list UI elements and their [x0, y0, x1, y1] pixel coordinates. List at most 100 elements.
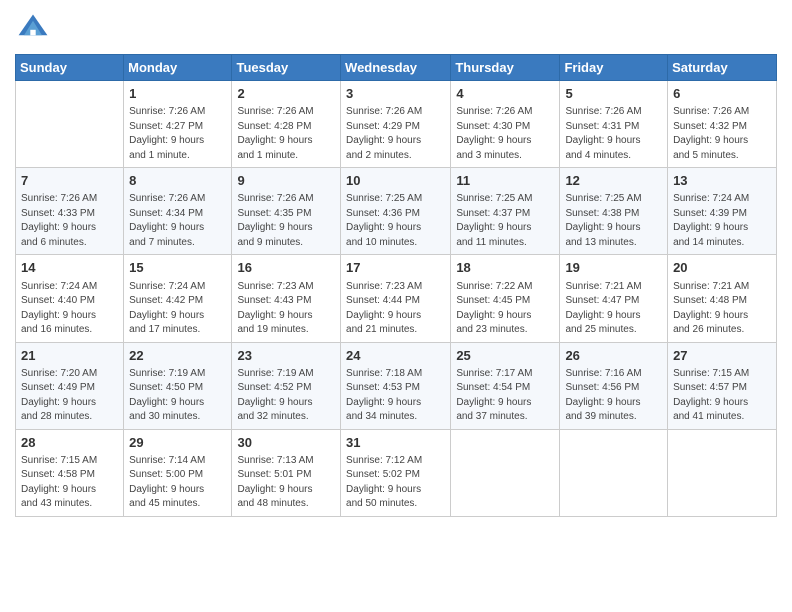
day-info: Sunrise: 7:12 AM Sunset: 5:02 PM Dayligh… [346, 454, 445, 512]
weekday-tuesday: Tuesday [232, 55, 341, 81]
day-number: 13 [673, 172, 771, 190]
calendar-cell: 24Sunrise: 7:18 AM Sunset: 4:53 PM Dayli… [341, 342, 451, 429]
calendar-cell: 4 Sunrise: 7:26 AM Sunset: 4:30 PM Daylig… [451, 81, 560, 168]
day-info: Sunrise: 7:26 AM Sunset: 4:32 PM Dayligh… [673, 105, 771, 163]
calendar-cell: 20 Sunrise: 7:21 AM Sunset: 4:48 PM Dayli… [668, 255, 777, 342]
calendar-cell [16, 81, 124, 168]
calendar-cell: 25Sunrise: 7:17 AM Sunset: 4:54 PM Dayli… [451, 342, 560, 429]
calendar-cell: 18 Sunrise: 7:22 AM Sunset: 4:45 PM Dayli… [451, 255, 560, 342]
day-info: Sunrise: 7:19 AM Sunset: 4:52 PM Dayligh… [237, 367, 335, 425]
weekday-sunday: Sunday [16, 55, 124, 81]
day-info: Sunrise: 7:15 AM Sunset: 4:58 PM Dayligh… [21, 454, 118, 512]
calendar-cell: 28 Sunrise: 7:15 AM Sunset: 4:58 PM Dayli… [16, 429, 124, 516]
day-number: 4 [456, 85, 554, 103]
calendar-cell: 30 Sunrise: 7:13 AM Sunset: 5:01 PM Dayli… [232, 429, 341, 516]
day-info: Sunrise: 7:22 AM Sunset: 4:45 PM Dayligh… [456, 280, 554, 338]
calendar-cell: 3 Sunrise: 7:26 AM Sunset: 4:29 PM Daylig… [341, 81, 451, 168]
day-number: 30 [237, 434, 335, 452]
week-row-4: 21 Sunrise: 7:20 AM Sunset: 4:49 PM Dayli… [16, 342, 777, 429]
day-number: 5 [565, 85, 662, 103]
day-info: Sunrise: 7:24 AM Sunset: 4:42 PM Dayligh… [129, 280, 226, 338]
day-number: 2 [237, 85, 335, 103]
day-number: 16 [237, 259, 335, 277]
calendar-cell: 15 Sunrise: 7:24 AM Sunset: 4:42 PM Dayli… [124, 255, 232, 342]
calendar-cell: 26 Sunrise: 7:16 AM Sunset: 4:56 PM Dayli… [560, 342, 668, 429]
day-info: Sunrise: 7:25 AM Sunset: 4:37 PM Dayligh… [456, 192, 554, 250]
day-info: Sunrise: 7:19 AM Sunset: 4:50 PM Dayligh… [129, 367, 226, 425]
week-row-3: 14 Sunrise: 7:24 AM Sunset: 4:40 PM Dayli… [16, 255, 777, 342]
day-number: 8 [129, 172, 226, 190]
calendar-cell: 13 Sunrise: 7:24 AM Sunset: 4:39 PM Dayli… [668, 168, 777, 255]
calendar-cell: 21 Sunrise: 7:20 AM Sunset: 4:49 PM Dayli… [16, 342, 124, 429]
day-number: 10 [346, 172, 445, 190]
calendar-cell: 6 Sunrise: 7:26 AM Sunset: 4:32 PM Daylig… [668, 81, 777, 168]
weekday-thursday: Thursday [451, 55, 560, 81]
calendar-cell: 22 Sunrise: 7:19 AM Sunset: 4:50 PM Dayli… [124, 342, 232, 429]
calendar-cell: 29Sunrise: 7:14 AM Sunset: 5:00 PM Dayli… [124, 429, 232, 516]
calendar-cell: 5 Sunrise: 7:26 AM Sunset: 4:31 PM Daylig… [560, 81, 668, 168]
day-number: 22 [129, 347, 226, 365]
weekday-wednesday: Wednesday [341, 55, 451, 81]
calendar-cell: 27 Sunrise: 7:15 AM Sunset: 4:57 PM Dayli… [668, 342, 777, 429]
calendar-cell: 2 Sunrise: 7:26 AM Sunset: 4:28 PM Daylig… [232, 81, 341, 168]
day-info: Sunrise: 7:13 AM Sunset: 5:01 PM Dayligh… [237, 454, 335, 512]
day-info: Sunrise: 7:21 AM Sunset: 4:48 PM Dayligh… [673, 280, 771, 338]
day-info: Sunrise: 7:26 AM Sunset: 4:31 PM Dayligh… [565, 105, 662, 163]
week-row-2: 7 Sunrise: 7:26 AM Sunset: 4:33 PM Daylig… [16, 168, 777, 255]
day-number: 3 [346, 85, 445, 103]
day-info: Sunrise: 7:24 AM Sunset: 4:40 PM Dayligh… [21, 280, 118, 338]
day-info: Sunrise: 7:26 AM Sunset: 4:35 PM Dayligh… [237, 192, 335, 250]
day-info: Sunrise: 7:26 AM Sunset: 4:30 PM Dayligh… [456, 105, 554, 163]
day-info: Sunrise: 7:26 AM Sunset: 4:27 PM Dayligh… [129, 105, 226, 163]
day-number: 25 [456, 347, 554, 365]
day-info: Sunrise: 7:24 AM Sunset: 4:39 PM Dayligh… [673, 192, 771, 250]
day-info: Sunrise: 7:14 AM Sunset: 5:00 PM Dayligh… [129, 454, 226, 512]
day-info: Sunrise: 7:16 AM Sunset: 4:56 PM Dayligh… [565, 367, 662, 425]
day-number: 11 [456, 172, 554, 190]
day-number: 7 [21, 172, 118, 190]
day-number: 26 [565, 347, 662, 365]
day-info: Sunrise: 7:26 AM Sunset: 4:28 PM Dayligh… [237, 105, 335, 163]
calendar-table: SundayMondayTuesdayWednesdayThursdayFrid… [15, 54, 777, 517]
calendar-cell: 7 Sunrise: 7:26 AM Sunset: 4:33 PM Daylig… [16, 168, 124, 255]
day-number: 6 [673, 85, 771, 103]
calendar-cell: 31Sunrise: 7:12 AM Sunset: 5:02 PM Dayli… [341, 429, 451, 516]
calendar-cell: 19 Sunrise: 7:21 AM Sunset: 4:47 PM Dayli… [560, 255, 668, 342]
day-info: Sunrise: 7:26 AM Sunset: 4:29 PM Dayligh… [346, 105, 445, 163]
day-number: 18 [456, 259, 554, 277]
logo-icon [15, 10, 51, 46]
day-number: 27 [673, 347, 771, 365]
calendar-cell [560, 429, 668, 516]
calendar-cell: 1 Sunrise: 7:26 AM Sunset: 4:27 PM Daylig… [124, 81, 232, 168]
calendar-cell: 8 Sunrise: 7:26 AM Sunset: 4:34 PM Daylig… [124, 168, 232, 255]
calendar-cell: 10Sunrise: 7:25 AM Sunset: 4:36 PM Dayli… [341, 168, 451, 255]
day-number: 19 [565, 259, 662, 277]
day-info: Sunrise: 7:21 AM Sunset: 4:47 PM Dayligh… [565, 280, 662, 338]
calendar-cell: 23Sunrise: 7:19 AM Sunset: 4:52 PM Dayli… [232, 342, 341, 429]
day-number: 14 [21, 259, 118, 277]
logo [15, 10, 55, 46]
calendar-cell: 14 Sunrise: 7:24 AM Sunset: 4:40 PM Dayli… [16, 255, 124, 342]
page-header [15, 10, 777, 46]
day-info: Sunrise: 7:26 AM Sunset: 4:34 PM Dayligh… [129, 192, 226, 250]
calendar-cell: 11 Sunrise: 7:25 AM Sunset: 4:37 PM Dayli… [451, 168, 560, 255]
calendar-cell: 12Sunrise: 7:25 AM Sunset: 4:38 PM Dayli… [560, 168, 668, 255]
day-number: 28 [21, 434, 118, 452]
weekday-monday: Monday [124, 55, 232, 81]
week-row-1: 1 Sunrise: 7:26 AM Sunset: 4:27 PM Daylig… [16, 81, 777, 168]
day-number: 15 [129, 259, 226, 277]
day-number: 17 [346, 259, 445, 277]
calendar-cell [668, 429, 777, 516]
calendar-cell [451, 429, 560, 516]
day-info: Sunrise: 7:26 AM Sunset: 4:33 PM Dayligh… [21, 192, 118, 250]
day-number: 21 [21, 347, 118, 365]
day-info: Sunrise: 7:25 AM Sunset: 4:38 PM Dayligh… [565, 192, 662, 250]
calendar-page: SundayMondayTuesdayWednesdayThursdayFrid… [0, 0, 792, 612]
day-info: Sunrise: 7:15 AM Sunset: 4:57 PM Dayligh… [673, 367, 771, 425]
day-number: 1 [129, 85, 226, 103]
day-number: 9 [237, 172, 335, 190]
day-number: 20 [673, 259, 771, 277]
day-info: Sunrise: 7:20 AM Sunset: 4:49 PM Dayligh… [21, 367, 118, 425]
calendar-cell: 9 Sunrise: 7:26 AM Sunset: 4:35 PM Daylig… [232, 168, 341, 255]
weekday-header-row: SundayMondayTuesdayWednesdayThursdayFrid… [16, 55, 777, 81]
